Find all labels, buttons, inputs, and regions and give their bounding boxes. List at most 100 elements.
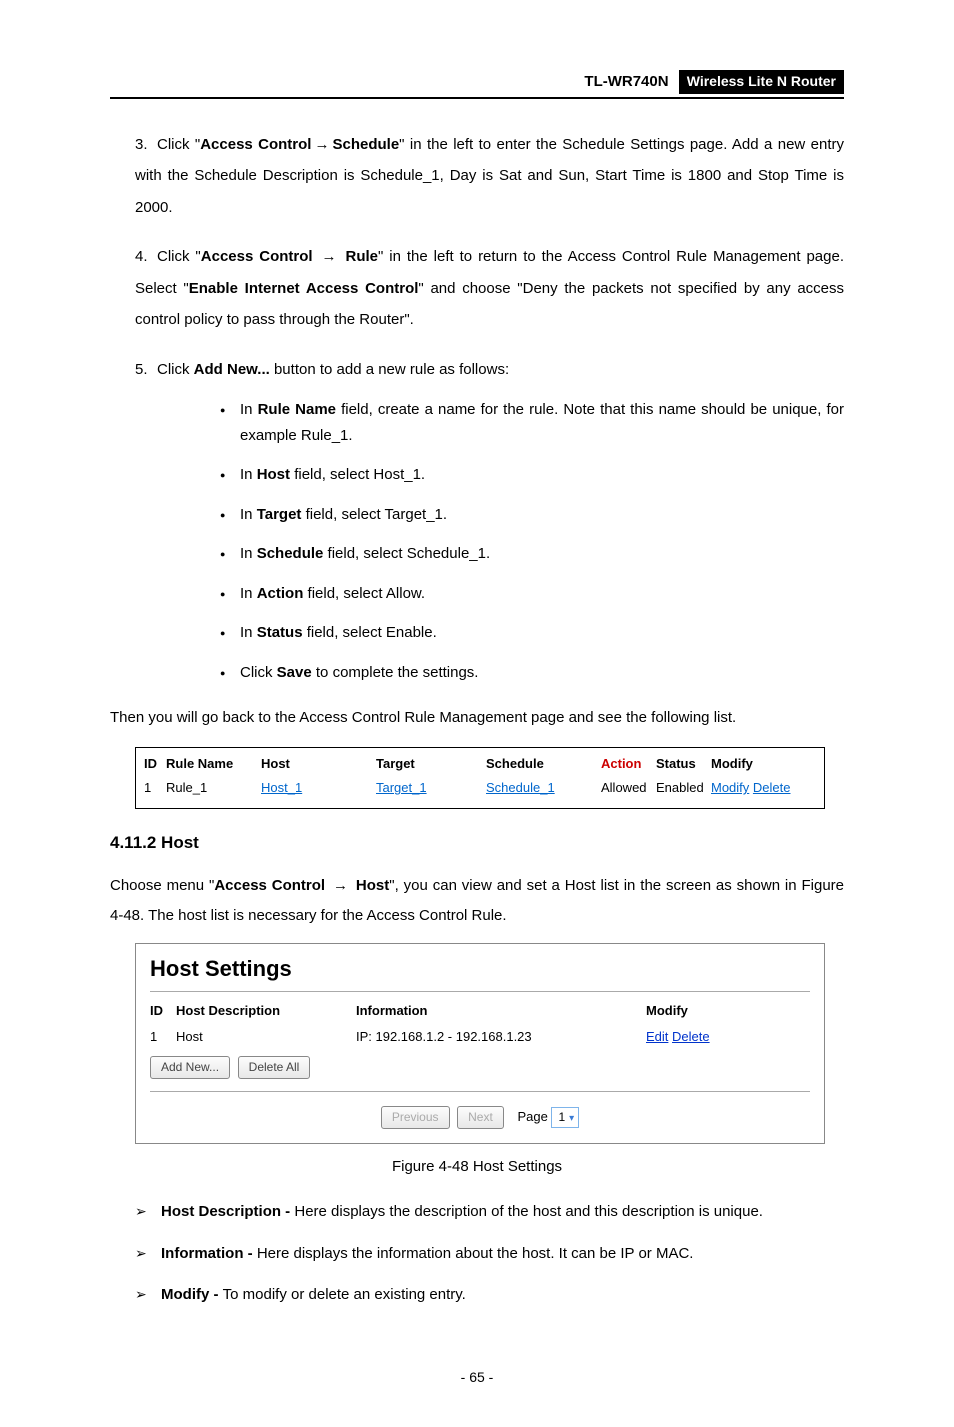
next-button[interactable]: Next xyxy=(457,1106,504,1129)
add-new-button[interactable]: Add New... xyxy=(150,1056,230,1079)
bold: Rule Name xyxy=(258,401,336,418)
schedule-link[interactable]: Schedule_1 xyxy=(486,780,555,795)
figure-caption: Figure 4-48 Host Settings xyxy=(110,1156,844,1177)
text: field, select Target_1. xyxy=(301,506,447,523)
text: In xyxy=(240,466,257,483)
text: button to add a new rule as follows: xyxy=(270,361,509,378)
text: In xyxy=(240,401,258,418)
cell-status: Enabled xyxy=(656,779,711,797)
text: Click xyxy=(157,361,194,378)
host-button-row: Add New... Delete All xyxy=(150,1056,810,1079)
text: In xyxy=(240,506,257,523)
text: In xyxy=(240,624,257,641)
bullet: In Schedule field, select Schedule_1. xyxy=(220,541,844,567)
col-modify: Modify xyxy=(711,755,801,773)
device-model: TL-WR740N xyxy=(584,73,668,90)
col-rule-name: Rule Name xyxy=(166,755,261,773)
text: Here displays the description of the hos… xyxy=(294,1203,763,1220)
delete-link[interactable]: Delete xyxy=(753,780,791,795)
modify-link[interactable]: Modify xyxy=(711,780,749,795)
text: In xyxy=(240,585,257,602)
host-table-row: 1 Host IP: 192.168.1.2 - 192.168.1.23 Ed… xyxy=(150,1028,810,1046)
edit-link[interactable]: Edit xyxy=(646,1029,668,1044)
text: Click xyxy=(240,664,277,681)
arrow-icon: → xyxy=(322,248,337,265)
cell-action: Allowed xyxy=(601,779,656,797)
rule-table-header: ID Rule Name Host Target Schedule Action… xyxy=(144,752,816,776)
previous-button[interactable]: Previous xyxy=(381,1106,450,1129)
bold: Access Control xyxy=(214,877,325,894)
bold: Schedule xyxy=(332,136,399,153)
instruction-list: 3.Click "Access Control→Schedule" in the… xyxy=(110,129,844,686)
glossary-item: Host Description - Here displays the des… xyxy=(135,1199,844,1225)
bold: Target xyxy=(257,506,302,523)
cell-id: 1 xyxy=(144,779,166,797)
glossary-item: Information - Here displays the informat… xyxy=(135,1241,844,1267)
col-action: Action xyxy=(601,755,656,773)
bold: Rule xyxy=(345,248,378,265)
cell-information: IP: 192.168.1.2 - 192.168.1.23 xyxy=(356,1028,646,1046)
bold: Action xyxy=(257,585,304,602)
col-modify: Modify xyxy=(646,1002,746,1020)
col-id: ID xyxy=(144,755,166,773)
host-intro-paragraph: Choose menu "Access Control → Host", you… xyxy=(110,871,844,931)
col-target: Target xyxy=(376,755,486,773)
bold: Modify - xyxy=(161,1286,223,1303)
sub-bullets: In Rule Name field, create a name for th… xyxy=(135,397,844,685)
text: to complete the settings. xyxy=(312,664,479,681)
rule-table: ID Rule Name Host Target Schedule Action… xyxy=(135,747,825,809)
glossary-list: Host Description - Here displays the des… xyxy=(110,1199,844,1308)
page-select[interactable]: 1▾ xyxy=(551,1107,579,1128)
host-link[interactable]: Host_1 xyxy=(261,780,302,795)
divider xyxy=(150,991,810,992)
bold: Enable Internet Access Control xyxy=(189,280,419,297)
step-5: 5.Click Add New... button to add a new r… xyxy=(135,354,844,686)
page-number: - 65 - xyxy=(110,1368,844,1388)
bold: Save xyxy=(277,664,312,681)
bullet: In Action field, select Allow. xyxy=(220,581,844,607)
bold: Add New... xyxy=(194,361,270,378)
divider xyxy=(150,1091,810,1092)
rule-table-row: 1 Rule_1 Host_1 Target_1 Schedule_1 Allo… xyxy=(144,776,816,800)
bullet: In Rule Name field, create a name for th… xyxy=(220,397,844,448)
step-number: 3. xyxy=(135,129,157,161)
text: field, select Allow. xyxy=(303,585,425,602)
step-4: 4.Click "Access Control → Rule" in the l… xyxy=(135,241,844,336)
step-number: 4. xyxy=(135,241,157,273)
delete-link[interactable]: Delete xyxy=(672,1029,710,1044)
col-id: ID xyxy=(150,1002,176,1020)
step-number: 5. xyxy=(135,354,157,386)
step-3: 3.Click "Access Control→Schedule" in the… xyxy=(135,129,844,224)
text: field, select Host_1. xyxy=(290,466,425,483)
bold: Status xyxy=(257,624,303,641)
text: Click " xyxy=(157,136,200,153)
cell-host-description: Host xyxy=(176,1028,356,1046)
col-host-description: Host Description xyxy=(176,1002,356,1020)
pager: Previous Next Page 1▾ xyxy=(150,1106,810,1129)
bold: Host xyxy=(257,466,290,483)
delete-all-button[interactable]: Delete All xyxy=(238,1056,311,1079)
bullet: In Status field, select Enable. xyxy=(220,620,844,646)
arrow-icon: → xyxy=(333,877,348,894)
target-link[interactable]: Target_1 xyxy=(376,780,427,795)
host-settings-panel: Host Settings ID Host Description Inform… xyxy=(135,943,825,1144)
device-badge: Wireless Lite N Router xyxy=(679,70,844,94)
col-status: Status xyxy=(656,755,711,773)
page-header: TL-WR740N Wireless Lite N Router xyxy=(110,70,844,99)
chevron-down-icon: ▾ xyxy=(569,1113,574,1124)
cell-rule-name: Rule_1 xyxy=(166,779,261,797)
bold: Host xyxy=(356,877,389,894)
text: Here displays the information about the … xyxy=(257,1245,694,1262)
then-paragraph: Then you will go back to the Access Cont… xyxy=(110,703,844,733)
cell-id: 1 xyxy=(150,1028,176,1046)
text: field, select Enable. xyxy=(303,624,437,641)
bold: Host Description - xyxy=(161,1203,294,1220)
arrow-icon: → xyxy=(314,136,329,153)
col-information: Information xyxy=(356,1002,646,1020)
bullet: Click Save to complete the settings. xyxy=(220,660,844,686)
bullet: In Host field, select Host_1. xyxy=(220,462,844,488)
text: In xyxy=(240,545,257,562)
bold: Access Control xyxy=(200,136,311,153)
text: Click " xyxy=(157,248,201,265)
section-heading-host: 4.11.2 Host xyxy=(110,831,844,855)
